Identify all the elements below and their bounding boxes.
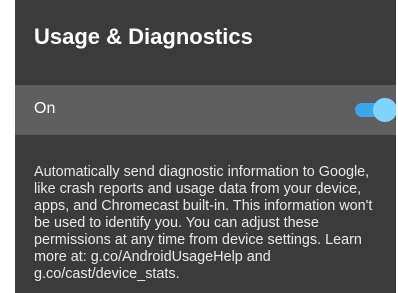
toggle-state-label: On bbox=[34, 100, 56, 117]
usage-diagnostics-toggle-row[interactable]: On bbox=[15, 85, 396, 135]
clipped-previous-heading bbox=[15, 0, 396, 6]
usage-diagnostics-switch[interactable] bbox=[355, 98, 396, 122]
usage-diagnostics-panel: Usage & Diagnostics On Automatically sen… bbox=[15, 0, 396, 293]
diagnostics-description: Automatically send diagnostic informatio… bbox=[34, 164, 373, 282]
page-title: Usage & Diagnostics bbox=[34, 24, 253, 49]
switch-thumb bbox=[373, 98, 396, 122]
